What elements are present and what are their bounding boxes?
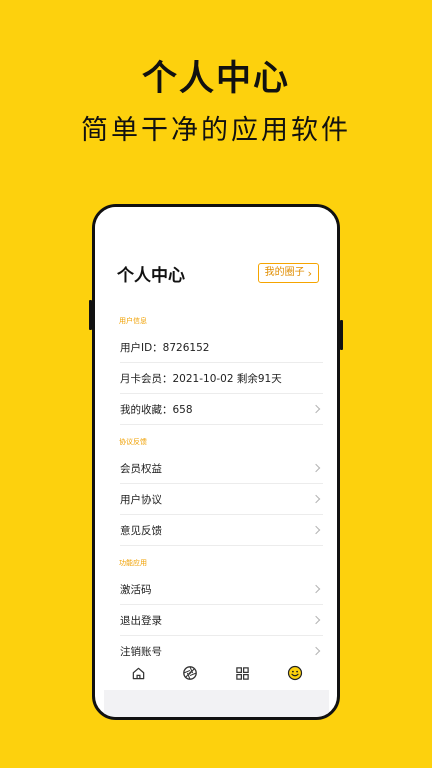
my-circle-label: 我的圈子 — [264, 267, 305, 278]
chevron-right-icon — [311, 646, 321, 656]
user-id-label: 用户ID：8726152 — [120, 341, 210, 354]
page-header: 个人中心 我的圈子 › — [95, 207, 337, 304]
favorites-row[interactable]: 我的收藏：658 — [120, 394, 323, 425]
tab-discover[interactable] — [175, 658, 205, 688]
hero-subtitle: 简单干净的应用软件 — [81, 115, 351, 146]
activation-code-row[interactable]: 激活码 — [120, 574, 323, 605]
tab-home[interactable] — [123, 658, 153, 688]
phone-screen: 个人中心 我的圈子 › 用户信息 用户ID：8726152 月卡会员：2021-… — [95, 207, 337, 717]
phone-frame: 个人中心 我的圈子 › 用户信息 用户ID：8726152 月卡会员：2021-… — [92, 204, 340, 720]
activation-code-label: 激活码 — [120, 583, 152, 596]
user-agreement-row[interactable]: 用户协议 — [120, 484, 323, 515]
chevron-right-icon: › — [307, 266, 312, 280]
grid-icon — [236, 666, 249, 680]
member-benefits-label: 会员权益 — [120, 462, 162, 475]
membership-label: 月卡会员：2021-10-02 剩余91天 — [120, 372, 282, 385]
membership-row: 月卡会员：2021-10-02 剩余91天 — [120, 363, 323, 394]
tab-profile[interactable] — [280, 658, 310, 688]
phone-side-button — [340, 320, 343, 350]
chevron-right-icon — [311, 615, 321, 625]
member-benefits-row[interactable]: 会员权益 — [120, 453, 323, 484]
logout-label: 退出登录 — [120, 614, 162, 627]
feedback-label: 意见反馈 — [120, 524, 162, 537]
chevron-right-icon — [311, 525, 321, 535]
favorites-label: 我的收藏：658 — [120, 403, 193, 416]
section-title-agreement-feedback: 协议反馈 — [119, 438, 147, 446]
tab-apps[interactable] — [228, 658, 258, 688]
aperture-icon — [183, 666, 198, 680]
content-area: 用户信息 用户ID：8726152 月卡会员：2021-10-02 剩余91天 … — [104, 304, 329, 717]
user-agreement-label: 用户协议 — [120, 493, 162, 506]
chevron-right-icon — [311, 494, 321, 504]
logout-row[interactable]: 退出登录 — [120, 605, 323, 636]
section-title-user-info: 用户信息 — [119, 317, 147, 325]
hero-title: 个人中心 — [141, 59, 290, 99]
home-icon — [132, 667, 144, 679]
smiley-icon — [287, 665, 302, 681]
user-id-row: 用户ID：8726152 — [120, 332, 323, 363]
settings-card: 用户信息 用户ID：8726152 月卡会员：2021-10-02 剩余91天 … — [104, 304, 329, 667]
section-title-functions: 功能应用 — [119, 559, 147, 567]
chevron-right-icon — [311, 404, 321, 414]
my-circle-button[interactable]: 我的圈子 › — [257, 263, 319, 283]
tab-bar — [104, 656, 329, 690]
chevron-right-icon — [311, 584, 321, 594]
feedback-row[interactable]: 意见反馈 — [120, 515, 323, 546]
page-title: 个人中心 — [117, 266, 185, 286]
chevron-right-icon — [311, 463, 321, 473]
